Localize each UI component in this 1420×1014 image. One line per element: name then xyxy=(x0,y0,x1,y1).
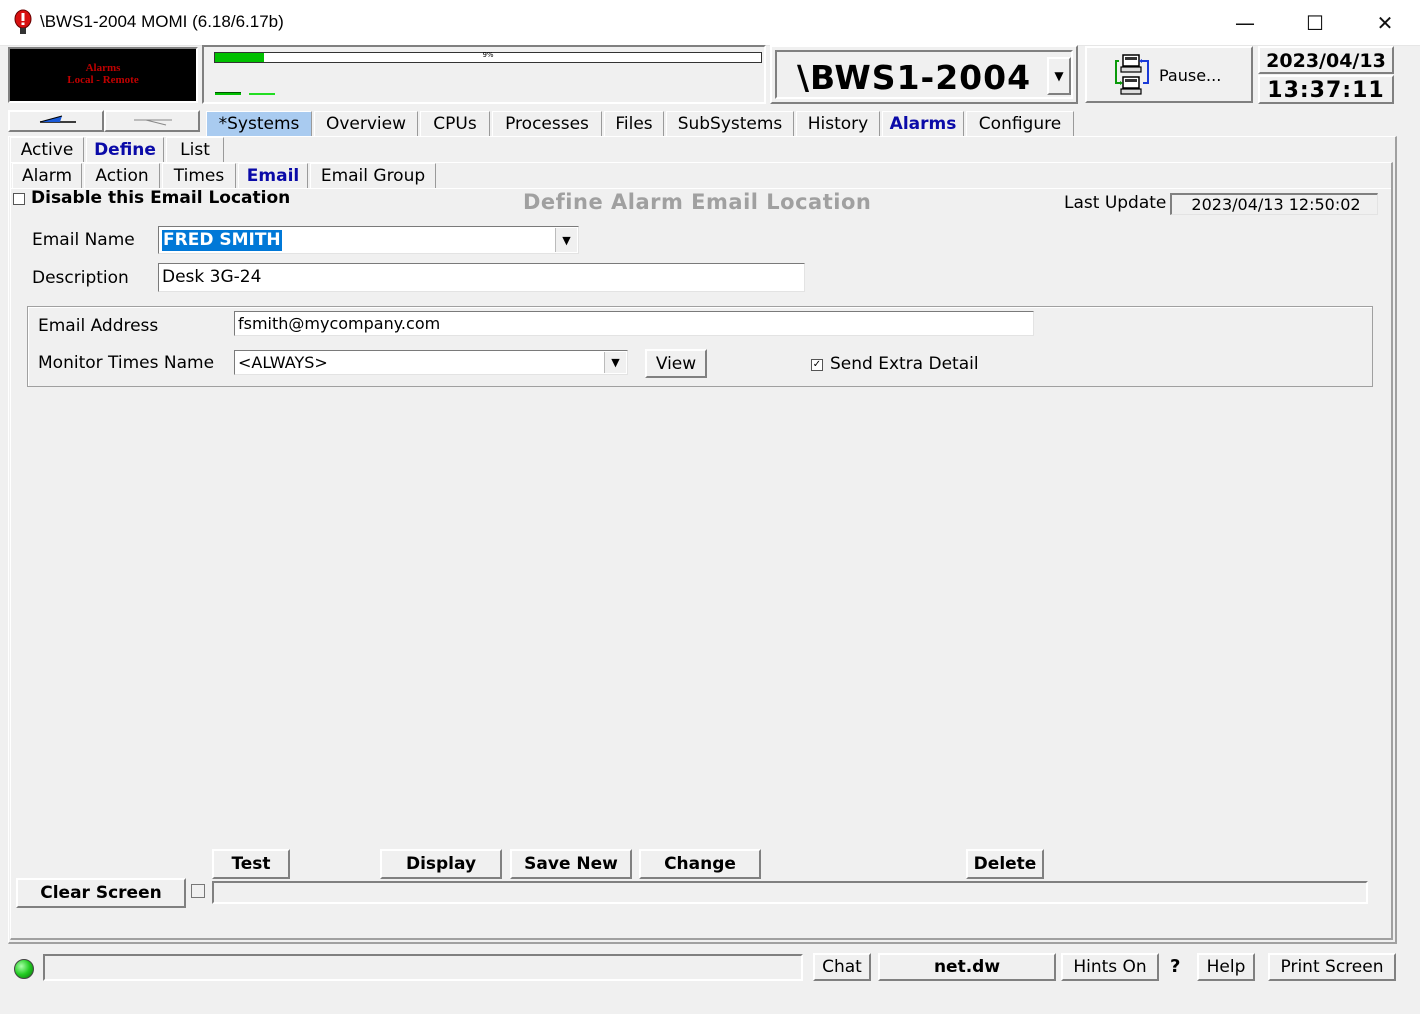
maximize-button[interactable]: ☐ xyxy=(1280,0,1350,46)
email-name-label: Email Name xyxy=(32,230,135,250)
checkmark-icon: ✓ xyxy=(812,359,822,370)
cpu-gauge-percent: 9% xyxy=(482,51,494,59)
form-heading: Define Alarm Email Location xyxy=(523,190,872,214)
question-icon[interactable]: ? xyxy=(1170,956,1180,977)
print-screen-button[interactable]: Print Screen xyxy=(1268,953,1396,981)
email-name-dropdown-button[interactable]: ▼ xyxy=(555,228,577,252)
system-selector-frame: \BWS1-2004 ▼ xyxy=(775,50,1073,99)
email-name-value: FRED SMITH xyxy=(162,230,282,251)
tab-files[interactable]: Files xyxy=(604,111,664,137)
tab-times[interactable]: Times xyxy=(162,163,236,189)
activity-mark-2 xyxy=(249,93,275,95)
date-panel: 2023/04/13 xyxy=(1258,46,1394,74)
time-panel: 13:37:11 xyxy=(1258,75,1394,104)
alarm-status-line1: Alarms xyxy=(85,62,121,74)
chat-button[interactable]: Chat xyxy=(813,953,871,981)
tab-overview[interactable]: Overview xyxy=(314,111,418,137)
system-selector[interactable]: \BWS1-2004 ▼ xyxy=(770,45,1078,104)
tab-alarm[interactable]: Alarm xyxy=(12,163,82,189)
pause-label: Pause... xyxy=(1159,66,1222,85)
tab-alarms[interactable]: Alarms xyxy=(882,111,964,137)
tab-email[interactable]: Email xyxy=(238,163,308,189)
tab-action[interactable]: Action xyxy=(84,163,160,189)
current-time: 13:37:11 xyxy=(1267,78,1385,103)
display-button[interactable]: Display xyxy=(380,849,502,879)
last-update-label: Last Update xyxy=(1064,193,1167,213)
window-title: \BWS1-2004 MOMI (6.18/6.17b) xyxy=(40,12,284,31)
delete-button[interactable]: Delete xyxy=(966,849,1044,879)
connection-indicator xyxy=(14,959,34,979)
tab-list[interactable]: List xyxy=(166,137,224,163)
description-input[interactable]: Desk 3G-24 xyxy=(158,263,805,292)
change-button[interactable]: Change xyxy=(639,849,761,879)
email-name-select[interactable]: FRED SMITH ▼ xyxy=(158,226,579,254)
help-button[interactable]: Help xyxy=(1197,953,1255,981)
alarm-status-panel[interactable]: Alarms Local - Remote xyxy=(8,47,198,103)
message-field xyxy=(212,881,1368,904)
main-tab-bar: *Systems Overview CPUs Processes Files S… xyxy=(0,110,1420,137)
system-name: \BWS1-2004 xyxy=(797,58,1032,97)
hints-button[interactable]: Hints On xyxy=(1061,953,1159,981)
tab-history[interactable]: History xyxy=(796,111,880,137)
tab-active[interactable]: Active xyxy=(10,137,84,163)
current-date: 2023/04/13 xyxy=(1266,50,1386,72)
cpu-gauge-panel: 9% xyxy=(202,45,766,104)
clear-screen-button[interactable]: Clear Screen xyxy=(16,878,186,908)
email-form-panel xyxy=(10,188,1391,938)
tab-cpus[interactable]: CPUs xyxy=(420,111,490,137)
send-extra-detail-checkbox[interactable]: ✓ xyxy=(811,359,823,371)
message-checkbox[interactable] xyxy=(191,884,205,898)
monitor-times-label: Monitor Times Name xyxy=(38,353,215,373)
cpu-gauge-bar: 9% xyxy=(214,51,762,63)
test-button[interactable]: Test xyxy=(212,849,290,879)
minimize-button[interactable]: — xyxy=(1210,0,1280,46)
send-extra-detail-label: Send Extra Detail xyxy=(830,354,979,374)
pause-monitor-icon xyxy=(1115,53,1151,97)
disable-email-checkbox[interactable] xyxy=(13,193,25,205)
chevron-down-icon: ▼ xyxy=(611,356,620,369)
status-message-field xyxy=(43,954,803,981)
tab-configure[interactable]: Configure xyxy=(966,111,1074,137)
close-button[interactable]: ✕ xyxy=(1350,0,1420,46)
monitor-times-value: <ALWAYS> xyxy=(238,353,328,372)
tab-define[interactable]: Define xyxy=(86,137,164,163)
disable-email-label: Disable this Email Location xyxy=(31,188,291,208)
tab-email-group[interactable]: Email Group xyxy=(310,163,436,189)
save-new-button[interactable]: Save New xyxy=(510,849,632,879)
tab-subsystems[interactable]: SubSystems xyxy=(666,111,794,137)
app-alarm-icon xyxy=(12,9,34,35)
alarm-status-line2: Local - Remote xyxy=(67,74,139,86)
description-label: Description xyxy=(32,268,129,288)
pause-button[interactable]: Pause... xyxy=(1085,46,1253,103)
activity-mark-1 xyxy=(215,92,241,95)
chevron-down-icon: ▼ xyxy=(1054,69,1064,83)
tab-systems[interactable]: *Systems xyxy=(206,111,312,137)
monitor-times-dropdown-button[interactable]: ▼ xyxy=(604,352,626,373)
view-button[interactable]: View xyxy=(645,349,707,378)
email-address-input[interactable]: fsmith@mycompany.com xyxy=(234,311,1034,336)
system-dropdown-button[interactable]: ▼ xyxy=(1047,57,1071,95)
chevron-down-icon: ▼ xyxy=(562,233,571,247)
tab-processes[interactable]: Processes xyxy=(492,111,602,137)
last-update-value: 2023/04/13 12:50:02 xyxy=(1170,193,1378,215)
email-address-label: Email Address xyxy=(38,316,159,336)
monitor-times-select[interactable]: <ALWAYS> ▼ xyxy=(234,350,628,375)
net-button[interactable]: net.dw xyxy=(878,953,1056,981)
title-bar: \BWS1-2004 MOMI (6.18/6.17b) — ☐ ✕ xyxy=(0,0,1420,46)
